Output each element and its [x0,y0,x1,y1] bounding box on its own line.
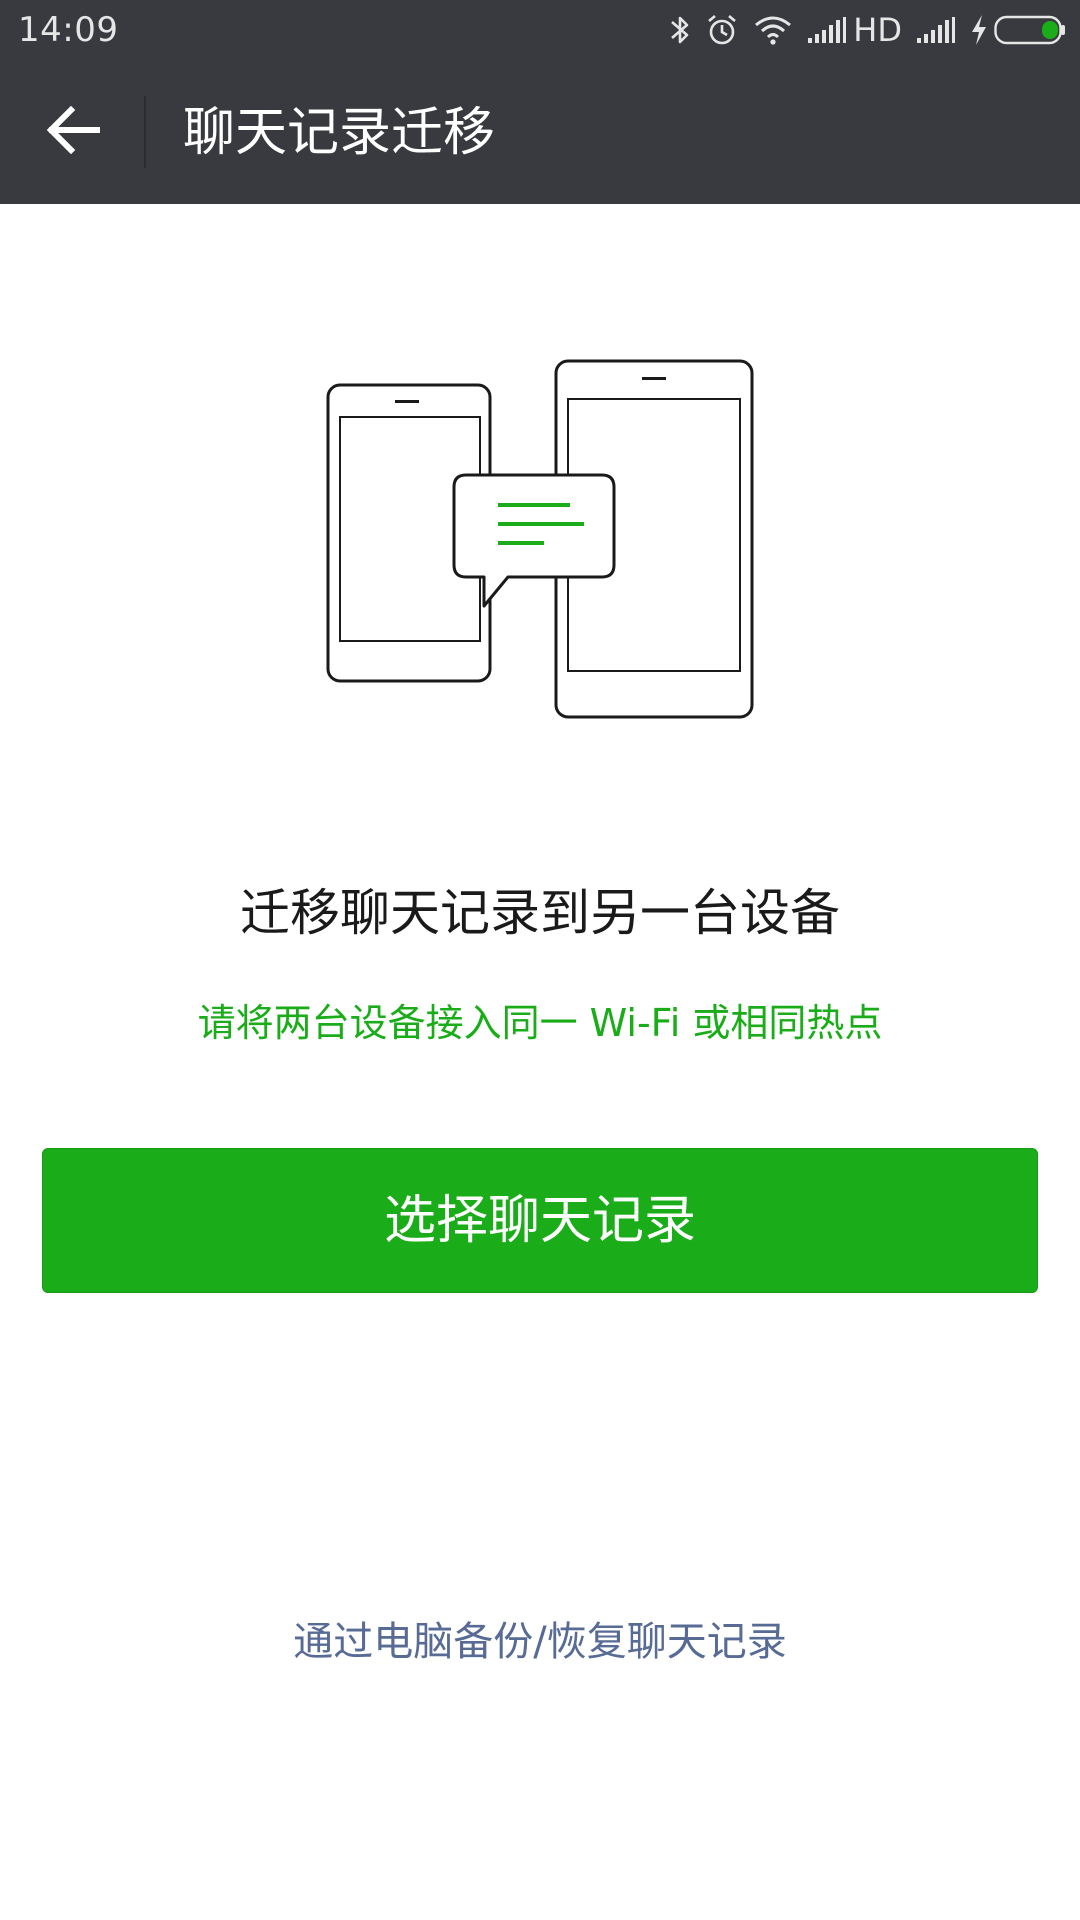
status-time: 14:09 [18,10,119,50]
status-bar: 14:09 HD [0,0,1080,60]
two-phones-message-icon [320,355,760,725]
charging-icon [970,14,988,46]
arrow-left-icon [46,105,100,158]
signal-icon [807,16,847,44]
headline: 迁移聊天记录到另一台设备 [240,884,840,942]
page-title: 聊天记录迁移 [183,103,496,163]
wifi-hint: 请将两台设备接入同一 Wi-Fi 或相同热点 [197,1001,883,1045]
back-button[interactable] [30,92,116,172]
wifi-icon [753,14,793,46]
signal-icon [916,16,956,44]
alarm-icon [705,13,739,47]
select-chat-history-button[interactable]: 选择聊天记录 [42,1148,1038,1293]
app-bar-divider [144,96,146,168]
app-bar: 聊天记录迁移 [0,60,1080,204]
status-icons: HD [655,6,1066,54]
battery-icon [994,15,1066,45]
bluetooth-icon [669,13,691,47]
network-type-label: HD [853,11,902,49]
pc-backup-restore-link[interactable]: 通过电脑备份/恢复聊天记录 [0,1614,1080,1670]
